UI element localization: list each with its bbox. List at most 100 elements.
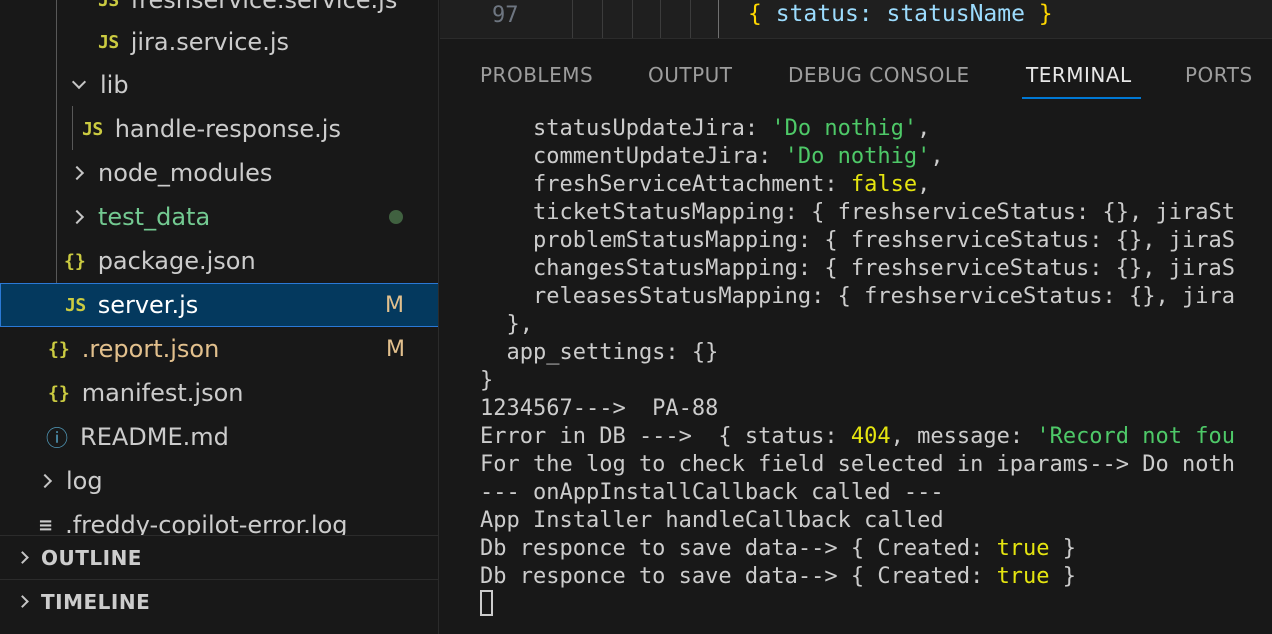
tree-item-label: node_modules (98, 159, 273, 187)
tree-folder-lib[interactable]: lib (0, 63, 438, 107)
terminal-output[interactable]: statusUpdateJira: 'Do nothig', commentUp… (480, 115, 1272, 619)
chevron-right-icon (37, 473, 53, 489)
terminal-line: releasesStatusMapping: { freshserviceSta… (480, 283, 1272, 311)
explorer-sidebar: JS freshservice.service.js JS jira.servi… (0, 0, 439, 634)
terminal-line: freshServiceAttachment: false, (480, 171, 1272, 199)
indent-guide (660, 0, 661, 38)
terminal-text: For the log to check field selected in i… (480, 452, 1235, 477)
terminal-line: ticketStatusMapping: { freshserviceStatu… (480, 199, 1272, 227)
tree-item-label: lib (100, 71, 129, 99)
tree-item-label: freshservice.service.js (130, 0, 398, 14)
terminal-text: commentUpdateJira: (480, 144, 785, 169)
tree-item-label: .report.json (81, 335, 220, 363)
json-file-icon: {} (64, 250, 86, 272)
modified-badge: M (386, 336, 405, 362)
section-label: OUTLINE (41, 545, 142, 570)
terminal-text: 404 (850, 424, 891, 449)
terminal-text: releasesStatusMapping: { freshserviceSta… (480, 284, 1235, 309)
tree-item-readme[interactable]: ⓘ README.md (0, 415, 438, 459)
active-tab-indicator (1022, 97, 1141, 99)
tree-item-manifest-json[interactable]: {} manifest.json (0, 371, 438, 415)
terminal-text: true (996, 536, 1050, 561)
terminal-text: Error in DB ---> { status: (480, 424, 851, 449)
terminal-line: } (480, 367, 1272, 395)
terminal-text: Db responce to save data--> { Created: (480, 536, 997, 561)
terminal-text: }, (480, 312, 533, 337)
chevron-right-icon (69, 165, 85, 181)
tab-output[interactable]: OUTPUT (648, 63, 733, 87)
tab-debug-console[interactable]: DEBUG CONSOLE (788, 63, 970, 87)
terminal-text: , message: (890, 424, 1037, 449)
terminal-text: app_settings: {} (480, 340, 719, 365)
indent-guide (572, 0, 573, 38)
terminal-line: problemStatusMapping: { freshserviceStat… (480, 227, 1272, 255)
code-text: status: statusName (775, 1, 1025, 27)
terminal-text: ticketStatusMapping: { freshserviceStatu… (480, 200, 1235, 225)
terminal-prompt-line (480, 590, 1272, 619)
tree-folder-test-data[interactable]: test_data (0, 195, 438, 239)
tree-item-label: package.json (97, 247, 256, 275)
tree-item-label: test_data (98, 203, 211, 231)
lines-icon: ≡ (38, 514, 54, 536)
terminal-line: App Installer handleCallback called (480, 507, 1272, 535)
bottom-panel: PROBLEMS OUTPUT DEBUG CONSOLE TERMINAL P… (440, 38, 1272, 634)
terminal-text: statusUpdateJira: (480, 116, 772, 141)
line-number: 97 (492, 3, 519, 28)
terminal-line: statusUpdateJira: 'Do nothig', (480, 115, 1272, 143)
indent-guide (718, 0, 719, 38)
terminal-line: Db responce to save data--> { Created: t… (480, 535, 1272, 563)
tree-item-freshservice-service[interactable]: JS freshservice.service.js (0, 0, 438, 22)
terminal-line: Error in DB ---> { status: 404, message:… (480, 423, 1272, 451)
terminal-text: Db responce to save data--> { Created: (480, 564, 997, 589)
terminal-text: , (917, 172, 931, 197)
tree-item-report-json[interactable]: {} .report.json M (0, 327, 438, 371)
section-outline[interactable]: OUTLINE (0, 535, 438, 579)
tree-item-label: jira.service.js (130, 28, 289, 56)
terminal-text: --- onAppInstallCallback called --- (480, 480, 944, 505)
json-file-icon: {} (48, 382, 70, 404)
terminal-line: changesStatusMapping: { freshserviceStat… (480, 255, 1272, 283)
js-file-icon: JS (98, 31, 119, 53)
tab-terminal[interactable]: TERMINAL (1026, 63, 1132, 87)
terminal-text: , (917, 116, 931, 141)
terminal-line: }, (480, 311, 1272, 339)
panel-tabs: PROBLEMS OUTPUT DEBUG CONSOLE TERMINAL P… (440, 39, 1272, 101)
terminal-text: 'Do nothig' (771, 116, 918, 141)
tree-item-jira-service[interactable]: JS jira.service.js (0, 20, 438, 64)
tree-item-server-js[interactable]: JS server.js M (0, 283, 438, 327)
terminal-line: commentUpdateJira: 'Do nothig', (480, 143, 1272, 171)
terminal-line: Db responce to save data--> { Created: t… (480, 563, 1272, 591)
terminal-text: 'Do nothig' (784, 144, 931, 169)
tree-item-label: server.js (97, 291, 199, 319)
modified-dot-icon (389, 210, 403, 224)
terminal-text: App Installer handleCallback called (480, 508, 944, 533)
terminal-text: 'Record not fou (1036, 424, 1236, 449)
terminal-text: } (1049, 564, 1077, 589)
chevron-right-icon (16, 595, 29, 608)
chevron-right-icon (16, 551, 29, 564)
tree-item-package-json[interactable]: {} package.json (0, 239, 438, 283)
tree-folder-node-modules[interactable]: node_modules (0, 151, 438, 195)
tab-ports[interactable]: PORTS (1185, 63, 1253, 87)
terminal-cursor (480, 590, 493, 616)
terminal-text: , (930, 144, 944, 169)
section-label: TIMELINE (41, 589, 151, 614)
terminal-text: 1234567---> PA-88 (480, 396, 719, 421)
terminal-text: problemStatusMapping: { freshserviceStat… (480, 228, 1235, 253)
tree-item-handle-response[interactable]: JS handle-response.js (0, 107, 438, 151)
tree-folder-log[interactable]: log (0, 459, 438, 503)
tree-item-label: README.md (80, 423, 229, 451)
terminal-text: } (480, 368, 494, 393)
indent-guide (632, 0, 633, 38)
terminal-line: app_settings: {} (480, 339, 1272, 367)
section-timeline[interactable]: TIMELINE (0, 579, 438, 623)
terminal-line: 1234567---> PA-88 (480, 395, 1272, 423)
tree-item-label: handle-response.js (114, 115, 341, 143)
terminal-line: --- onAppInstallCallback called --- (480, 479, 1272, 507)
info-icon: ⓘ (46, 427, 69, 452)
js-file-icon: JS (82, 118, 103, 140)
code-line[interactable]: { status: statusName } (748, 1, 1053, 27)
tab-problems[interactable]: PROBLEMS (480, 63, 593, 87)
terminal-text: } (1049, 536, 1077, 561)
indent-guide (602, 0, 603, 38)
